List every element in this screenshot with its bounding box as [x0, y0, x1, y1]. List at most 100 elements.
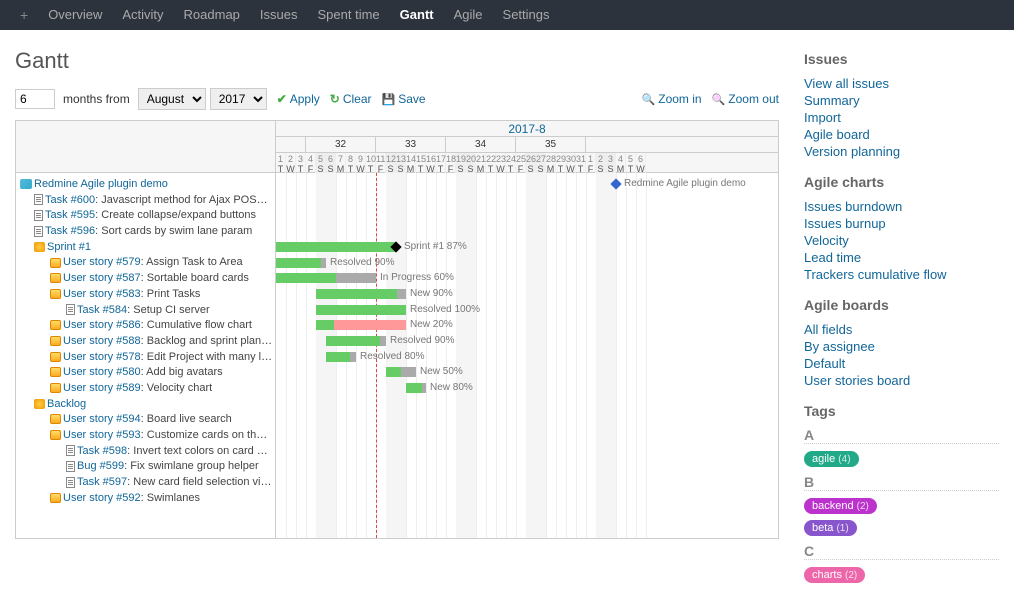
gantt-bar[interactable] — [326, 352, 356, 362]
issue-link[interactable]: Bug #599 — [77, 460, 124, 472]
issue-link[interactable]: User story #578 — [63, 351, 141, 363]
save-button[interactable]: Save — [382, 92, 426, 106]
nav-roadmap[interactable]: Roadmap — [174, 7, 250, 22]
gantt-bar[interactable] — [276, 273, 376, 283]
tag-charts[interactable]: charts (2) — [804, 567, 865, 583]
nav-spent-time[interactable]: Spent time — [308, 7, 390, 22]
tree-row: User story #586: Cumulative flow chart — [18, 318, 273, 334]
day-cell: 5S — [316, 153, 326, 173]
issue-subject: Edit Project with many lines. How … — [147, 351, 273, 363]
gantt-bar[interactable] — [326, 336, 386, 346]
nav-agile[interactable]: Agile — [444, 7, 493, 22]
issue-subject: Fix swimlane group helper — [130, 460, 258, 472]
add-icon[interactable]: + — [10, 7, 38, 23]
gantt-bar[interactable] — [386, 367, 416, 377]
issue-link[interactable]: Task #596 — [45, 225, 95, 237]
issue-link[interactable]: User story #593 — [63, 429, 141, 441]
issue-link[interactable]: User story #594 — [63, 413, 141, 425]
sidebar-tags-title: Tags — [804, 403, 999, 419]
issue-link[interactable]: Task #600 — [45, 194, 95, 206]
sidebar-charts-link[interactable]: Issues burnup — [804, 216, 886, 231]
gantt-bar[interactable] — [406, 383, 426, 393]
issue-link[interactable]: User story #586 — [63, 319, 141, 331]
issue-link[interactable]: Sprint #1 — [47, 241, 91, 253]
day-cell: 2W — [286, 153, 296, 173]
sidebar-boards-link[interactable]: All fields — [804, 322, 852, 337]
month-select[interactable]: August — [138, 88, 206, 110]
issue-subject: Swimlanes — [147, 492, 200, 504]
day-cell: 7M — [336, 153, 346, 173]
zoom-out-button[interactable]: Zoom out — [712, 92, 779, 106]
zoom-out-icon — [712, 92, 726, 106]
sidebar-charts-link[interactable]: Trackers cumulative flow — [804, 267, 947, 282]
gantt-timeline-pane: 2017-8 32333435 1T2W3T4F5S6S7M8T9W10T11F… — [276, 121, 778, 538]
gantt-bar[interactable] — [316, 320, 406, 330]
sidebar-charts-link[interactable]: Velocity — [804, 233, 849, 248]
tree-row: Task #595: Create collapse/expand button… — [18, 208, 273, 224]
nav-settings[interactable]: Settings — [493, 7, 560, 22]
tree-row: Task #597: New card field selection view — [18, 475, 273, 491]
week-cell: 35 — [516, 137, 586, 152]
tag-backend[interactable]: backend (2) — [804, 498, 877, 514]
bar-label: Resolved 80% — [360, 351, 424, 362]
zoom-in-button[interactable]: Zoom in — [642, 92, 702, 106]
issue-link[interactable]: Task #584 — [77, 304, 127, 316]
nav-issues[interactable]: Issues — [250, 7, 308, 22]
day-cell: 22T — [486, 153, 496, 173]
milestone-diamond[interactable] — [610, 178, 621, 189]
reload-icon — [330, 92, 340, 106]
sidebar-charts-link[interactable]: Issues burndown — [804, 199, 902, 214]
gantt-bar[interactable] — [316, 305, 406, 315]
issue-link[interactable]: Task #598 — [77, 445, 127, 457]
sidebar-issues-link[interactable]: Version planning — [804, 144, 900, 159]
tree-row: Task #584: Setup CI server — [18, 303, 273, 319]
tag-agile[interactable]: agile (4) — [804, 451, 859, 467]
gantt-bar[interactable] — [276, 242, 396, 252]
clear-button[interactable]: Clear — [330, 92, 372, 106]
issue-link[interactable]: User story #588 — [63, 335, 141, 347]
tag-beta[interactable]: beta (1) — [804, 520, 857, 536]
sidebar-charts-link[interactable]: Lead time — [804, 250, 861, 265]
day-cell: 13S — [396, 153, 406, 173]
months-input[interactable] — [15, 89, 55, 109]
task-icon — [34, 226, 43, 237]
issue-link[interactable]: User story #589 — [63, 382, 141, 394]
gantt-bar[interactable] — [316, 289, 406, 299]
issue-link[interactable]: User story #592 — [63, 492, 141, 504]
tree-row: Redmine Agile plugin demo — [18, 177, 273, 193]
day-cell: 16W — [426, 153, 436, 173]
sidebar-boards-link[interactable]: User stories board — [804, 373, 910, 388]
sidebar-boards-link[interactable]: Default — [804, 356, 845, 371]
issue-link[interactable]: User story #583 — [63, 288, 141, 300]
issue-link[interactable]: Redmine Agile plugin demo — [34, 178, 168, 190]
gantt-bar[interactable] — [276, 258, 326, 268]
issue-link[interactable]: User story #580 — [63, 366, 141, 378]
issue-subject: Print Tasks — [147, 288, 201, 300]
story-icon — [50, 258, 61, 268]
apply-button[interactable]: ✔Apply — [277, 92, 320, 106]
issue-link[interactable]: User story #587 — [63, 272, 141, 284]
task-icon — [66, 477, 75, 488]
issue-link[interactable]: Task #597 — [77, 476, 127, 488]
issue-link[interactable]: Task #595 — [45, 209, 95, 221]
issue-subject: Customize cards on the board — [147, 429, 273, 441]
bar-label: Resolved 100% — [410, 304, 480, 315]
nav-gantt[interactable]: Gantt — [390, 7, 444, 22]
sidebar-issues-link[interactable]: View all issues — [804, 76, 889, 91]
story-icon — [50, 493, 61, 503]
issue-subject: Assign Task to Area — [146, 256, 242, 268]
year-select[interactable]: 2017 — [210, 88, 267, 110]
sidebar-issues-link[interactable]: Import — [804, 110, 841, 125]
nav-overview[interactable]: Overview — [38, 7, 112, 22]
sidebar-issues-link[interactable]: Summary — [804, 93, 860, 108]
sidebar-boards-link[interactable]: By assignee — [804, 339, 875, 354]
timeline-month[interactable]: 2017-8 — [276, 121, 778, 137]
nav-activity[interactable]: Activity — [112, 7, 173, 22]
tree-row: Backlog — [18, 397, 273, 413]
issue-link[interactable]: Backlog — [47, 398, 86, 410]
week-cell: 32 — [306, 137, 376, 152]
day-cell: 3S — [606, 153, 616, 173]
sidebar-issues-link[interactable]: Agile board — [804, 127, 870, 142]
issue-link[interactable]: User story #579 — [63, 256, 141, 268]
months-from-label: months from — [63, 92, 130, 106]
